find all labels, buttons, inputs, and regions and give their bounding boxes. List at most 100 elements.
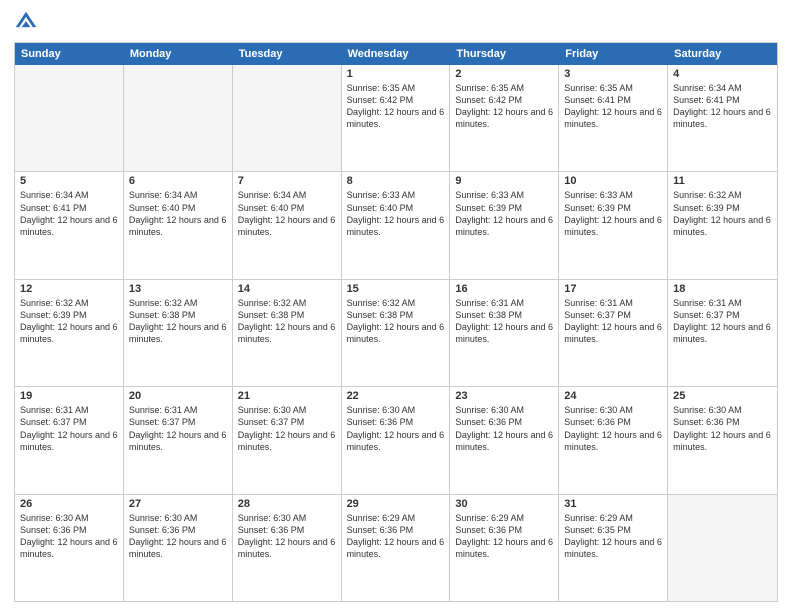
day-number: 6 — [129, 175, 227, 187]
calendar-row: 19 Sunrise: 6:31 AM Sunset: 6:37 PM Dayli… — [15, 387, 777, 494]
cell-info: Sunrise: 6:30 AM Sunset: 6:37 PM Dayligh… — [238, 404, 336, 453]
cell-info: Sunrise: 6:33 AM Sunset: 6:39 PM Dayligh… — [564, 189, 662, 238]
cell-info: Sunrise: 6:32 AM Sunset: 6:39 PM Dayligh… — [20, 297, 118, 346]
calendar-cell: 18Sunrise: 6:31 AM Sunset: 6:37 PM Dayli… — [668, 280, 777, 386]
day-number: 11 — [673, 175, 772, 187]
cell-info: Sunrise: 6:32 AM Sunset: 6:38 PM Dayligh… — [347, 297, 445, 346]
calendar-cell: 17 Sunrise: 6:31 AM Sunset: 6:37 PM Dayli… — [559, 280, 668, 386]
cell-info: Sunrise: 6:30 AM Sunset: 6:36 PM Dayligh… — [238, 512, 336, 561]
calendar-cell — [668, 495, 777, 601]
calendar: SundayMondayTuesdayWednesdayThursdayFrid… — [14, 42, 778, 602]
day-number: 19 — [20, 390, 118, 402]
day-number: 3 — [564, 68, 662, 80]
cell-info: Sunrise: 6:30 AM Sunset: 6:36 PM Dayligh… — [129, 512, 227, 561]
calendar-cell: 30Sunrise: 6:29 AM Sunset: 6:36 PM Dayli… — [450, 495, 559, 601]
calendar-cell: 10 Sunrise: 6:33 AM Sunset: 6:39 PM Dayli… — [559, 172, 668, 278]
day-number: 5 — [20, 175, 118, 187]
cell-info: Sunrise: 6:34 AM Sunset: 6:40 PM Dayligh… — [238, 189, 336, 238]
cell-info: Sunrise: 6:33 AM Sunset: 6:40 PM Dayligh… — [347, 189, 445, 238]
cell-info: Sunrise: 6:32 AM Sunset: 6:38 PM Dayligh… — [238, 297, 336, 346]
weekday-header: Sunday — [15, 43, 124, 65]
calendar-cell: 2 Sunrise: 6:35 AM Sunset: 6:42 PM Daylig… — [450, 65, 559, 171]
calendar-cell: 15Sunrise: 6:32 AM Sunset: 6:38 PM Dayli… — [342, 280, 451, 386]
cell-info: Sunrise: 6:30 AM Sunset: 6:36 PM Dayligh… — [347, 404, 445, 453]
calendar-cell: 28 Sunrise: 6:30 AM Sunset: 6:36 PM Dayli… — [233, 495, 342, 601]
day-number: 25 — [673, 390, 772, 402]
calendar-cell: 20 Sunrise: 6:31 AM Sunset: 6:37 PM Dayli… — [124, 387, 233, 493]
calendar-cell: 31Sunrise: 6:29 AM Sunset: 6:35 PM Dayli… — [559, 495, 668, 601]
day-number: 10 — [564, 175, 662, 187]
cell-info: Sunrise: 6:29 AM Sunset: 6:36 PM Dayligh… — [347, 512, 445, 561]
logo-icon — [14, 10, 38, 34]
cell-info: Sunrise: 6:31 AM Sunset: 6:37 PM Dayligh… — [129, 404, 227, 453]
cell-info: Sunrise: 6:30 AM Sunset: 6:36 PM Dayligh… — [673, 404, 772, 453]
day-number: 18 — [673, 283, 772, 295]
calendar-cell: 23 Sunrise: 6:30 AM Sunset: 6:36 PM Dayli… — [450, 387, 559, 493]
cell-info: Sunrise: 6:34 AM Sunset: 6:41 PM Dayligh… — [673, 82, 772, 131]
calendar-cell: 16 Sunrise: 6:31 AM Sunset: 6:38 PM Dayli… — [450, 280, 559, 386]
day-number: 28 — [238, 498, 336, 510]
day-number: 27 — [129, 498, 227, 510]
calendar-cell: 8 Sunrise: 6:33 AM Sunset: 6:40 PM Daylig… — [342, 172, 451, 278]
calendar-cell: 27 Sunrise: 6:30 AM Sunset: 6:36 PM Dayli… — [124, 495, 233, 601]
calendar-cell: 3 Sunrise: 6:35 AM Sunset: 6:41 PM Daylig… — [559, 65, 668, 171]
calendar-cell — [15, 65, 124, 171]
day-number: 29 — [347, 498, 445, 510]
weekday-header: Thursday — [450, 43, 559, 65]
calendar-cell: 9Sunrise: 6:33 AM Sunset: 6:39 PM Daylig… — [450, 172, 559, 278]
calendar-cell: 19 Sunrise: 6:31 AM Sunset: 6:37 PM Dayli… — [15, 387, 124, 493]
weekday-header: Friday — [559, 43, 668, 65]
cell-info: Sunrise: 6:34 AM Sunset: 6:40 PM Dayligh… — [129, 189, 227, 238]
cell-info: Sunrise: 6:32 AM Sunset: 6:38 PM Dayligh… — [129, 297, 227, 346]
calendar-cell: 24 Sunrise: 6:30 AM Sunset: 6:36 PM Dayli… — [559, 387, 668, 493]
logo — [14, 10, 42, 34]
day-number: 4 — [673, 68, 772, 80]
day-number: 24 — [564, 390, 662, 402]
weekday-header: Saturday — [668, 43, 777, 65]
page-header — [14, 10, 778, 34]
calendar-cell: 26 Sunrise: 6:30 AM Sunset: 6:36 PM Dayli… — [15, 495, 124, 601]
day-number: 31 — [564, 498, 662, 510]
cell-info: Sunrise: 6:35 AM Sunset: 6:42 PM Dayligh… — [455, 82, 553, 131]
day-number: 20 — [129, 390, 227, 402]
weekday-header: Tuesday — [233, 43, 342, 65]
day-number: 2 — [455, 68, 553, 80]
day-number: 16 — [455, 283, 553, 295]
day-number: 8 — [347, 175, 445, 187]
calendar-header: SundayMondayTuesdayWednesdayThursdayFrid… — [15, 43, 777, 65]
calendar-row: 1 Sunrise: 6:35 AM Sunset: 6:42 PM Daylig… — [15, 65, 777, 172]
calendar-cell: 13Sunrise: 6:32 AM Sunset: 6:38 PM Dayli… — [124, 280, 233, 386]
cell-info: Sunrise: 6:30 AM Sunset: 6:36 PM Dayligh… — [455, 404, 553, 453]
calendar-cell: 25 Sunrise: 6:30 AM Sunset: 6:36 PM Dayli… — [668, 387, 777, 493]
cell-info: Sunrise: 6:35 AM Sunset: 6:41 PM Dayligh… — [564, 82, 662, 131]
day-number: 30 — [455, 498, 553, 510]
cell-info: Sunrise: 6:31 AM Sunset: 6:37 PM Dayligh… — [20, 404, 118, 453]
weekday-header: Wednesday — [342, 43, 451, 65]
calendar-cell: 5 Sunrise: 6:34 AM Sunset: 6:41 PM Daylig… — [15, 172, 124, 278]
cell-info: Sunrise: 6:30 AM Sunset: 6:36 PM Dayligh… — [564, 404, 662, 453]
calendar-cell: 29 Sunrise: 6:29 AM Sunset: 6:36 PM Dayli… — [342, 495, 451, 601]
calendar-cell: 6 Sunrise: 6:34 AM Sunset: 6:40 PM Daylig… — [124, 172, 233, 278]
cell-info: Sunrise: 6:34 AM Sunset: 6:41 PM Dayligh… — [20, 189, 118, 238]
calendar-cell: 21 Sunrise: 6:30 AM Sunset: 6:37 PM Dayli… — [233, 387, 342, 493]
cell-info: Sunrise: 6:30 AM Sunset: 6:36 PM Dayligh… — [20, 512, 118, 561]
day-number: 14 — [238, 283, 336, 295]
day-number: 9 — [455, 175, 553, 187]
cell-info: Sunrise: 6:35 AM Sunset: 6:42 PM Dayligh… — [347, 82, 445, 131]
day-number: 17 — [564, 283, 662, 295]
day-number: 7 — [238, 175, 336, 187]
weekday-header: Monday — [124, 43, 233, 65]
day-number: 21 — [238, 390, 336, 402]
calendar-cell: 7 Sunrise: 6:34 AM Sunset: 6:40 PM Daylig… — [233, 172, 342, 278]
calendar-cell: 14 Sunrise: 6:32 AM Sunset: 6:38 PM Dayli… — [233, 280, 342, 386]
cell-info: Sunrise: 6:31 AM Sunset: 6:37 PM Dayligh… — [564, 297, 662, 346]
cell-info: Sunrise: 6:31 AM Sunset: 6:38 PM Dayligh… — [455, 297, 553, 346]
calendar-cell: 12Sunrise: 6:32 AM Sunset: 6:39 PM Dayli… — [15, 280, 124, 386]
day-number: 26 — [20, 498, 118, 510]
day-number: 23 — [455, 390, 553, 402]
day-number: 22 — [347, 390, 445, 402]
calendar-row: 26 Sunrise: 6:30 AM Sunset: 6:36 PM Dayli… — [15, 495, 777, 601]
calendar-row: 5 Sunrise: 6:34 AM Sunset: 6:41 PM Daylig… — [15, 172, 777, 279]
calendar-body: 1 Sunrise: 6:35 AM Sunset: 6:42 PM Daylig… — [15, 65, 777, 601]
day-number: 1 — [347, 68, 445, 80]
